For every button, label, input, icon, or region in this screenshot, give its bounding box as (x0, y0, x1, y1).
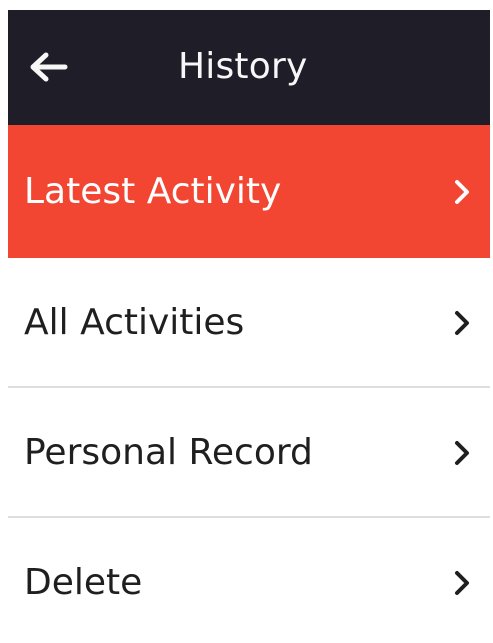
menu-item-label: Latest Activity (24, 170, 282, 212)
chevron-right-icon (455, 571, 469, 595)
page-title: History (178, 46, 308, 87)
menu-item-delete[interactable]: Delete (8, 518, 490, 643)
menu-item-label: All Activities (24, 302, 245, 343)
header-bar: History (8, 10, 490, 125)
menu-item-label: Delete (24, 562, 143, 603)
menu-item-latest-activity[interactable]: Latest Activity (8, 125, 490, 258)
back-button[interactable] (24, 47, 72, 87)
chevron-right-icon (455, 441, 469, 465)
history-screen: History Latest Activity All Activities P… (8, 10, 490, 643)
menu-item-all-activities[interactable]: All Activities (8, 258, 490, 388)
arrow-left-icon (30, 52, 68, 82)
history-menu: Latest Activity All Activities Personal … (8, 125, 490, 643)
menu-item-personal-record[interactable]: Personal Record (8, 388, 490, 518)
chevron-right-icon (455, 179, 469, 204)
menu-item-label: Personal Record (24, 432, 313, 473)
chevron-right-icon (455, 311, 469, 335)
